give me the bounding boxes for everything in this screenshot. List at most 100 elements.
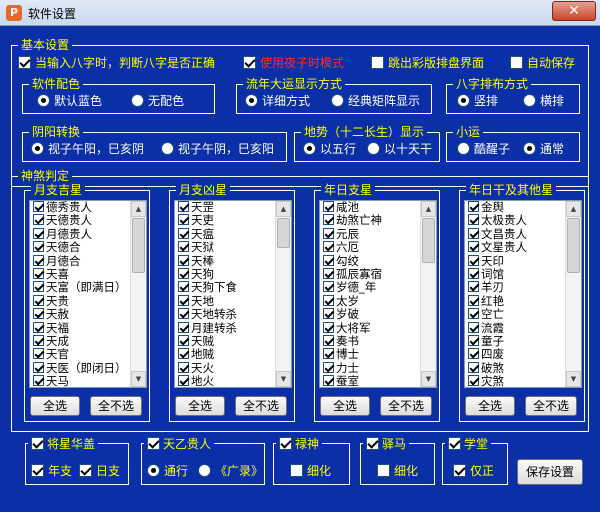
radio[interactable] (198, 464, 211, 477)
scroll-thumb[interactable] (567, 218, 580, 273)
scroll-up-icon[interactable]: ▲ (566, 201, 581, 217)
radio[interactable] (147, 464, 160, 477)
list-item[interactable]: 地火 (175, 375, 291, 387)
checkbox[interactable] (323, 334, 334, 346)
xuetang-only-checkbox[interactable]: 仅正 (453, 462, 494, 479)
list-item[interactable]: 天福 (30, 321, 146, 335)
list-item[interactable]: 天狗下食 (175, 281, 291, 294)
checkbox[interactable] (290, 464, 303, 477)
matrix-mode-radio[interactable]: 经典矩阵显示 (331, 92, 420, 109)
list-item[interactable]: 破煞 (465, 361, 581, 375)
scroll-up-icon[interactable]: ▲ (276, 201, 291, 217)
scrollbar[interactable]: ▲ ▼ (565, 201, 581, 387)
select-all-button[interactable]: 全选 (320, 396, 370, 416)
list-item[interactable]: 德秀贵人 (30, 201, 146, 214)
checkbox[interactable] (323, 254, 334, 266)
checkbox[interactable] (468, 227, 479, 239)
year-branch-checkbox[interactable]: 年支 (31, 462, 72, 479)
radio[interactable] (161, 142, 174, 155)
checkbox[interactable] (468, 267, 479, 279)
list-item[interactable]: 四废 (465, 348, 581, 361)
checkbox[interactable] (468, 214, 479, 226)
checkbox[interactable] (468, 294, 479, 306)
checkbox[interactable] (33, 375, 44, 387)
general-radio[interactable]: 通行 (147, 462, 188, 479)
radio[interactable] (31, 142, 44, 155)
checkbox[interactable] (323, 201, 334, 212)
list-item[interactable]: 岁德_年 (320, 281, 436, 294)
checkbox[interactable] (323, 375, 334, 387)
checkbox[interactable] (323, 348, 334, 360)
list-item[interactable]: 词馆 (465, 267, 581, 281)
horizontal-radio[interactable]: 横排 (523, 92, 564, 109)
list-item[interactable]: 文昌贵人 (465, 227, 581, 241)
checkbox[interactable] (323, 214, 334, 226)
checkbox[interactable] (468, 241, 479, 253)
checkbox[interactable] (453, 464, 466, 477)
checkbox[interactable] (18, 56, 31, 69)
radio[interactable] (331, 94, 344, 107)
checkbox[interactable] (323, 321, 334, 333)
checkbox[interactable] (31, 464, 44, 477)
kuxingzi-radio[interactable]: 酷醒子 (457, 140, 510, 157)
checkbox[interactable] (468, 361, 479, 373)
checkbox[interactable] (147, 437, 160, 450)
scroll-down-icon[interactable]: ▼ (276, 371, 291, 387)
checkbox[interactable] (178, 294, 189, 306)
checkbox[interactable] (323, 281, 334, 293)
list-item[interactable]: 天地转杀 (175, 308, 291, 321)
checkbox[interactable] (33, 267, 44, 279)
radio[interactable] (367, 142, 380, 155)
checkbox[interactable] (178, 267, 189, 279)
validate-bazi-checkbox[interactable]: 当输入八字时，判断八字是否正确 (18, 54, 215, 71)
list-item[interactable]: 元辰 (320, 227, 436, 241)
xuetang-legend[interactable]: 学堂 (445, 435, 492, 452)
checkbox[interactable] (178, 214, 189, 226)
checkbox[interactable] (366, 437, 379, 450)
select-none-button[interactable]: 全不选 (525, 396, 577, 416)
no-color-radio[interactable]: 无配色 (131, 92, 184, 109)
list-item[interactable]: 天印 (465, 254, 581, 268)
radio[interactable] (457, 142, 470, 155)
radio[interactable] (303, 142, 316, 155)
list-item[interactable]: 文星贵人 (465, 241, 581, 254)
list-item[interactable]: 天医（即闭日） (30, 361, 146, 375)
shensha-checklist[interactable]: 德秀贵人 天德贵人 月德贵人 天德合 月德合 天喜 天富（即满日） 天贵 天赦 天福 天成 天官 天医（… (29, 200, 147, 388)
yima-detail-checkbox[interactable]: 细化 (377, 462, 418, 479)
list-item[interactable]: 天喜 (30, 267, 146, 281)
vertical-radio[interactable]: 竖排 (457, 92, 498, 109)
scrollbar[interactable]: ▲ ▼ (275, 201, 291, 387)
scrollbar[interactable]: ▲ ▼ (130, 201, 146, 387)
checkbox[interactable] (33, 334, 44, 346)
radio[interactable] (523, 94, 536, 107)
scroll-thumb[interactable] (132, 218, 145, 273)
list-item[interactable]: 太岁 (320, 294, 436, 308)
radio[interactable] (37, 94, 50, 107)
by-wuxing-radio[interactable]: 以五行 (303, 140, 356, 157)
list-item[interactable]: 天贵 (30, 294, 146, 308)
checkbox[interactable] (33, 294, 44, 306)
shensha-checklist[interactable]: 天罡 天吏 天瘟 天狱 天棒 天狗 天狗下食 天地 天地转杀 月建转杀 天贼 地贼 天火 地火 ▲ ▼ (174, 200, 292, 388)
checkbox[interactable] (33, 321, 44, 333)
list-item[interactable]: 月建转杀 (175, 321, 291, 335)
list-item[interactable]: 天火 (175, 361, 291, 375)
shensha-checklist[interactable]: 金舆 太极贵人 文昌贵人 文星贵人 天印 词馆 羊刃 红艳 空亡 流霞 童子 四废 破煞 灾煞 ▲ ▼ (464, 200, 582, 388)
checkbox[interactable] (33, 281, 44, 293)
list-item[interactable]: 流霞 (465, 321, 581, 335)
list-item[interactable]: 蚕室 (320, 375, 436, 387)
yima-legend[interactable]: 驿马 (363, 435, 410, 452)
day-branch-checkbox[interactable]: 日支 (79, 462, 120, 479)
list-item[interactable]: 天富（即满日） (30, 281, 146, 294)
scroll-thumb[interactable] (422, 218, 435, 263)
list-item[interactable]: 劫煞亡神 (320, 214, 436, 227)
checkbox[interactable] (178, 308, 189, 320)
tianyi-legend[interactable]: 天乙贵人 (144, 435, 215, 452)
checkbox[interactable] (323, 227, 334, 239)
checkbox[interactable] (178, 361, 189, 373)
list-item[interactable]: 天贼 (175, 334, 291, 348)
list-item[interactable]: 大将军 (320, 321, 436, 335)
select-all-button[interactable]: 全选 (465, 396, 515, 416)
select-none-button[interactable]: 全不选 (90, 396, 142, 416)
detailed-mode-radio[interactable]: 详细方式 (245, 92, 310, 109)
list-item[interactable]: 金舆 (465, 201, 581, 214)
